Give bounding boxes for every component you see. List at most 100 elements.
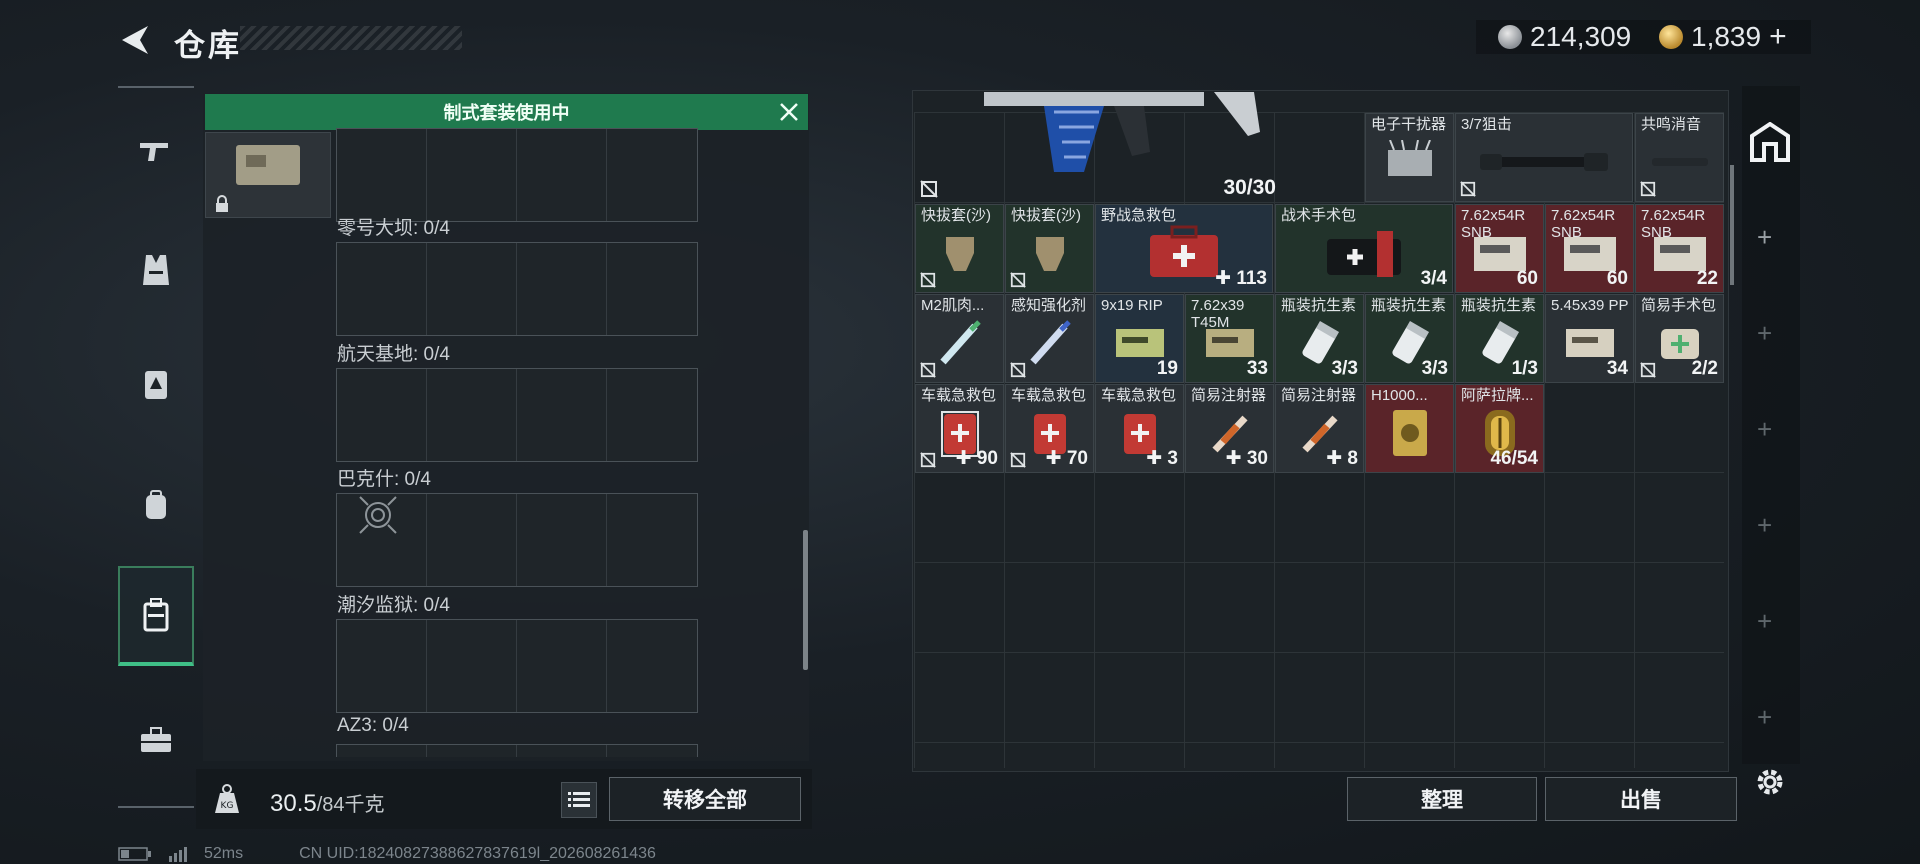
sidebar-item-storage-case[interactable] [118, 566, 194, 666]
stash-item[interactable]: 快拔套(沙) [915, 204, 1004, 293]
weapon-item[interactable]: 30/30 [914, 92, 1362, 204]
stash-scrollbar[interactable] [1730, 165, 1734, 285]
item-count: 1/3 [1511, 358, 1538, 379]
backpack-icon [146, 490, 166, 519]
lock-icon [216, 195, 228, 212]
rifle-skin-icon [984, 92, 1260, 172]
stash-item[interactable]: 7.62x39 T45M 33 [1185, 294, 1274, 383]
weight-max: /84千克 [316, 794, 385, 816]
no-insure-icon [1010, 452, 1026, 468]
slot-grid[interactable] [336, 128, 698, 222]
signal-icon [169, 847, 187, 862]
stash-item[interactable]: 感知强化剂 [1005, 294, 1094, 383]
stash-item[interactable]: 瓶装抗生素 3/3 [1365, 294, 1454, 383]
stash-item[interactable]: 共鸣消音 [1635, 113, 1724, 202]
stash-item[interactable]: M2肌肉... [915, 294, 1004, 383]
add-page-button[interactable]: + [1757, 606, 1772, 637]
stash-item[interactable]: 电子干扰器 [1365, 113, 1454, 202]
storage-case-icon [143, 598, 169, 632]
stash-item[interactable]: 车载急救包 ✚ 3 [1095, 384, 1184, 473]
map-label-dam: 零号大坝: 0/4 [337, 218, 450, 239]
surgery-kit-icon [1327, 230, 1401, 277]
ping: 52ms [204, 845, 244, 862]
sidebar-item-toolbox[interactable] [118, 690, 194, 790]
slot-grid[interactable] [336, 368, 698, 462]
no-insure-icon [920, 272, 936, 288]
item-count-value: 8 [1347, 448, 1358, 469]
add-page-button[interactable]: + [1757, 414, 1772, 445]
stash-item[interactable]: 阿萨拉牌... 46/54 [1455, 384, 1544, 473]
item-count: 3/4 [1420, 268, 1447, 289]
item-count: 3/3 [1331, 358, 1358, 379]
item-count: 46/54 [1490, 448, 1538, 469]
sell-button[interactable]: 出售 [1545, 777, 1737, 821]
map-label-az3: AZ3: 0/4 [337, 715, 409, 736]
stash-item[interactable]: 野战急救包 ✚ 113 [1095, 204, 1273, 293]
item-count: 60 [1516, 268, 1538, 289]
chest-rig-icon [145, 371, 167, 399]
gold-currency[interactable]: 1,839 + [1659, 20, 1787, 54]
item-name: 瓶装抗生素 [1371, 297, 1447, 314]
stash-item[interactable]: 7.62x54R SNB 22 [1635, 204, 1724, 293]
item-name: 9x19 RIP [1101, 297, 1163, 314]
add-page-button[interactable]: + [1757, 510, 1772, 541]
slot-grid[interactable] [336, 619, 698, 713]
list-view-button[interactable] [561, 782, 597, 818]
organize-button[interactable]: 整理 [1347, 777, 1537, 821]
stash-item[interactable]: 简易注射器 ✚ 8 [1275, 384, 1364, 473]
item-count-value: 30 [1246, 448, 1268, 469]
item-count-value: 113 [1236, 268, 1267, 289]
sidebar-item-weapon[interactable] [118, 100, 194, 200]
stash-item[interactable]: 3/7狙击 [1455, 113, 1633, 202]
item-count: 19 [1156, 358, 1178, 379]
add-gold-button[interactable]: + [1769, 20, 1787, 54]
weapon-ammo: 30/30 [1223, 176, 1276, 199]
title-decoration [240, 26, 462, 50]
gold-card-icon [1392, 409, 1427, 456]
slot-grid[interactable] [336, 744, 698, 757]
item-count: 2/2 [1691, 358, 1718, 379]
stash-item[interactable]: 瓶装抗生素 3/3 [1275, 294, 1364, 383]
stash-item[interactable]: 7.62x54R SNB 60 [1545, 204, 1634, 293]
ammo-box-icon [1565, 328, 1614, 357]
rifle-icon [140, 143, 168, 161]
stash-item[interactable]: 7.62x54R SNB 60 [1455, 204, 1544, 293]
silver-currency: 214,309 [1498, 20, 1631, 54]
syringe-icon [1029, 320, 1071, 365]
item-name: 3/7狙击 [1461, 116, 1512, 133]
gold-amount: 1,839 [1691, 21, 1762, 52]
toolbox-icon [141, 727, 171, 752]
gold-coin-icon [1659, 25, 1683, 49]
gear-icon[interactable] [1752, 764, 1788, 800]
item-count: 60 [1606, 268, 1628, 289]
panel-scrollbar[interactable] [803, 530, 808, 670]
sidebar-item-backpack[interactable] [118, 455, 194, 555]
keycard-slot[interactable] [205, 132, 331, 218]
stash-item[interactable]: 简易手术包 2/2 [1635, 294, 1724, 383]
add-page-button[interactable]: + [1757, 222, 1772, 253]
stash-item[interactable]: H1000... [1365, 384, 1454, 473]
item-count: ✚ 70 [1045, 448, 1088, 469]
item-name: 阿萨拉牌... [1461, 387, 1534, 404]
weight-value: 30.5 [270, 790, 317, 817]
stash-item[interactable]: 车载急救包 ✚ 90 [915, 384, 1004, 473]
sidebar-item-vest[interactable] [118, 220, 194, 320]
add-page-button[interactable]: + [1757, 318, 1772, 349]
uid: CN UID:18240827388627837619l_20260826143… [299, 845, 656, 862]
ammo-box-icon [1115, 328, 1164, 357]
slot-grid[interactable] [336, 242, 698, 336]
no-insure-icon [1460, 181, 1476, 197]
stash-item[interactable]: 5.45x39 PP 34 [1545, 294, 1634, 383]
stash-item[interactable]: 简易注射器 ✚ 30 [1185, 384, 1274, 473]
back-arrow-icon[interactable] [118, 22, 154, 58]
add-page-button[interactable]: + [1757, 702, 1772, 733]
stash-item[interactable]: 9x19 RIP 19 [1095, 294, 1184, 383]
stash-page-icon[interactable] [1748, 122, 1792, 162]
stash-item[interactable]: 车载急救包 ✚ 70 [1005, 384, 1094, 473]
stash-item[interactable]: 快拔套(沙) [1005, 204, 1094, 293]
sidebar-item-chest-rig[interactable] [118, 335, 194, 435]
stash-item[interactable]: 战术手术包 3/4 [1275, 204, 1453, 293]
stash-item[interactable]: 瓶装抗生素 1/3 [1455, 294, 1544, 383]
transfer-all-button[interactable]: 转移全部 [609, 777, 801, 821]
close-icon[interactable] [774, 97, 804, 127]
